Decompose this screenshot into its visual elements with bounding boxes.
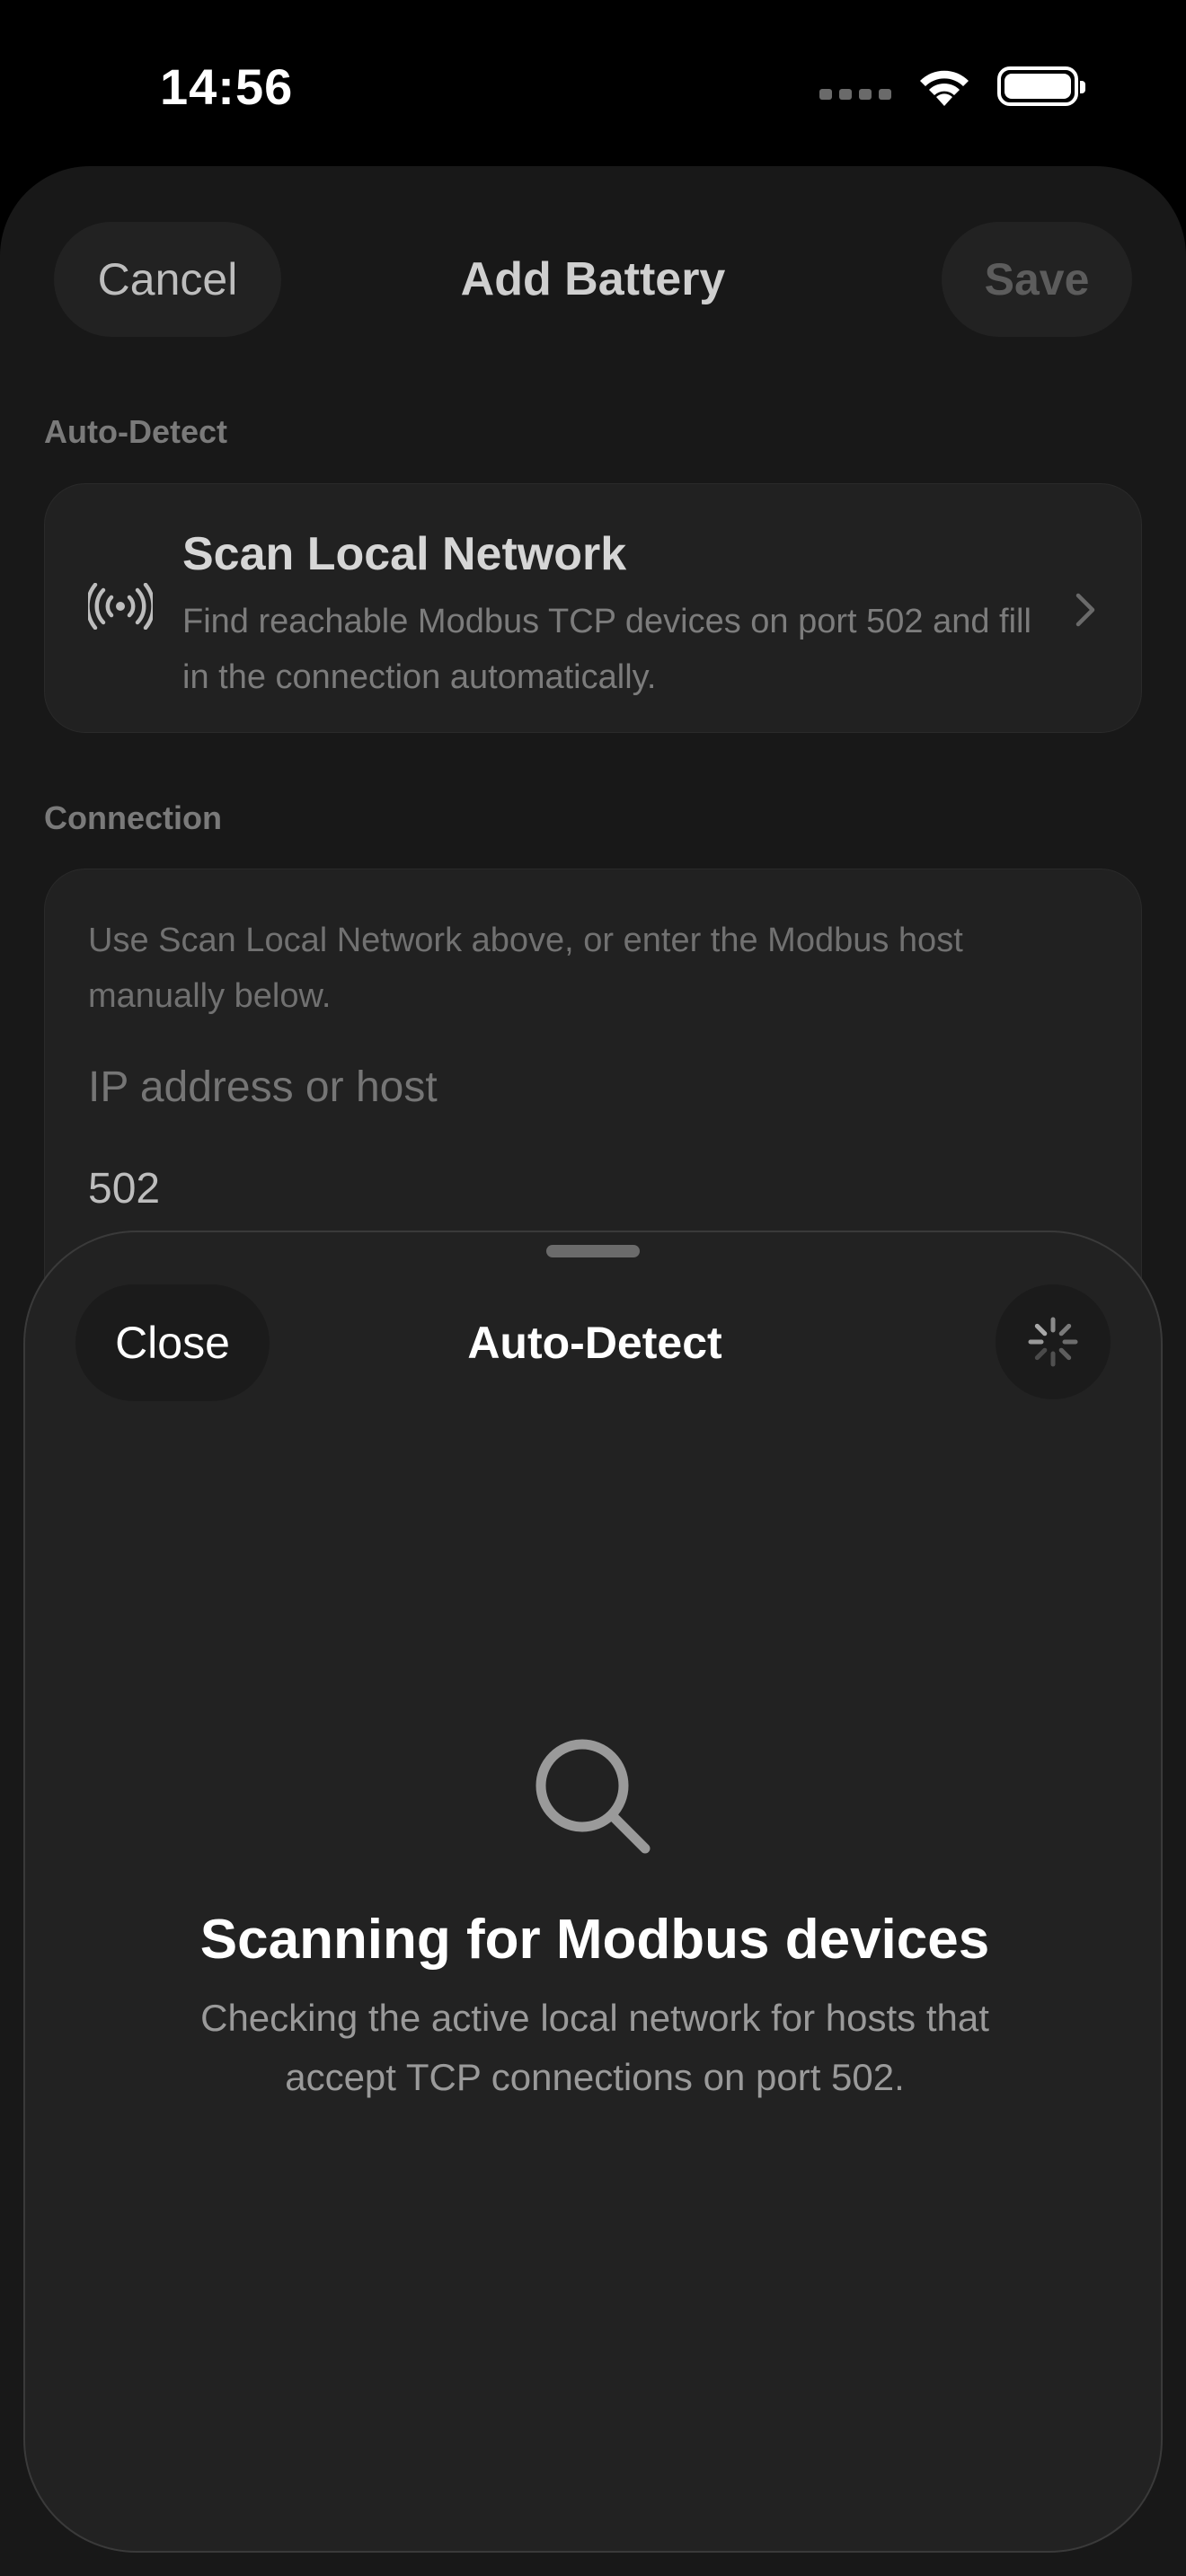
status-time: 14:56 [160, 58, 294, 115]
sheet-grabber[interactable] [546, 1245, 640, 1257]
add-battery-nav-bar: Add Battery Cancel Save [0, 222, 1186, 337]
empty-state-heading: Scanning for Modbus devices [199, 1909, 990, 1971]
save-button[interactable]: Save [942, 222, 1132, 337]
status-bar: 14:56 [0, 0, 1186, 166]
port-field[interactable]: 502 [88, 1164, 160, 1213]
host-input[interactable] [88, 1063, 646, 1112]
connection-section-label: Connection [44, 799, 222, 836]
status-icons [819, 65, 1085, 108]
magnifying-glass-icon [530, 1734, 656, 1864]
battery-icon [997, 66, 1085, 106]
empty-state-body: Checking the active local network for ho… [200, 1997, 989, 2098]
connection-hint: Use Scan Local Network above, or enter t… [88, 922, 963, 1015]
cancel-button[interactable]: Cancel [54, 222, 281, 337]
close-button[interactable]: Close [75, 1284, 270, 1401]
scan-local-network-description: Find reachable Modbus TCP devices on por… [182, 603, 1031, 696]
auto-detect-section-label: Auto-Detect [44, 413, 227, 450]
chevron-right-icon [1075, 592, 1096, 632]
scan-local-network-title: Scan Local Network [182, 528, 627, 580]
cellular-signal-icon [819, 89, 891, 100]
screen: 14:56 Add Battery Cancel Save Auto-Detec… [0, 0, 1186, 2576]
wifi-icon [916, 65, 972, 108]
scan-local-network-row[interactable]: Scan Local Network Find reachable Modbus… [44, 483, 1142, 733]
antenna-broadcast-icon [85, 582, 155, 634]
activity-spinner-icon [996, 1284, 1111, 1399]
auto-detect-sheet: Auto-Detect Close Scanning for Modbus de… [23, 1231, 1163, 2553]
